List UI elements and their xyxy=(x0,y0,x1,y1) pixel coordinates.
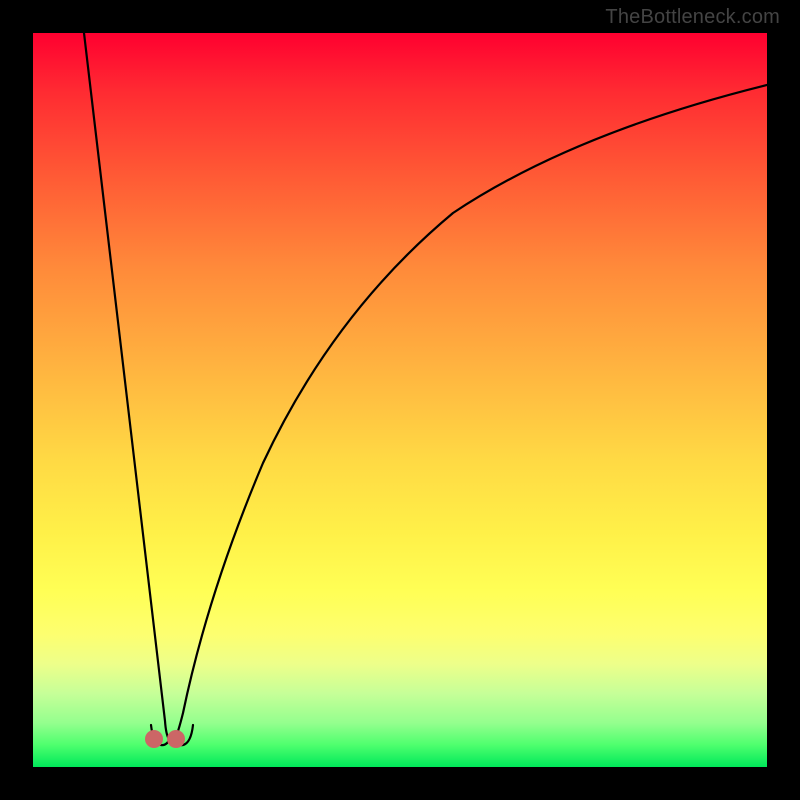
watermark-text: TheBottleneck.com xyxy=(605,6,780,29)
plot-area xyxy=(33,33,767,767)
chart-frame: TheBottleneck.com xyxy=(0,0,800,800)
curve-left-branch xyxy=(84,33,169,739)
notch-marker-left xyxy=(145,730,163,748)
curve-right-branch xyxy=(175,85,767,739)
notch-marker-right xyxy=(167,730,185,748)
bottleneck-curve xyxy=(33,33,767,767)
